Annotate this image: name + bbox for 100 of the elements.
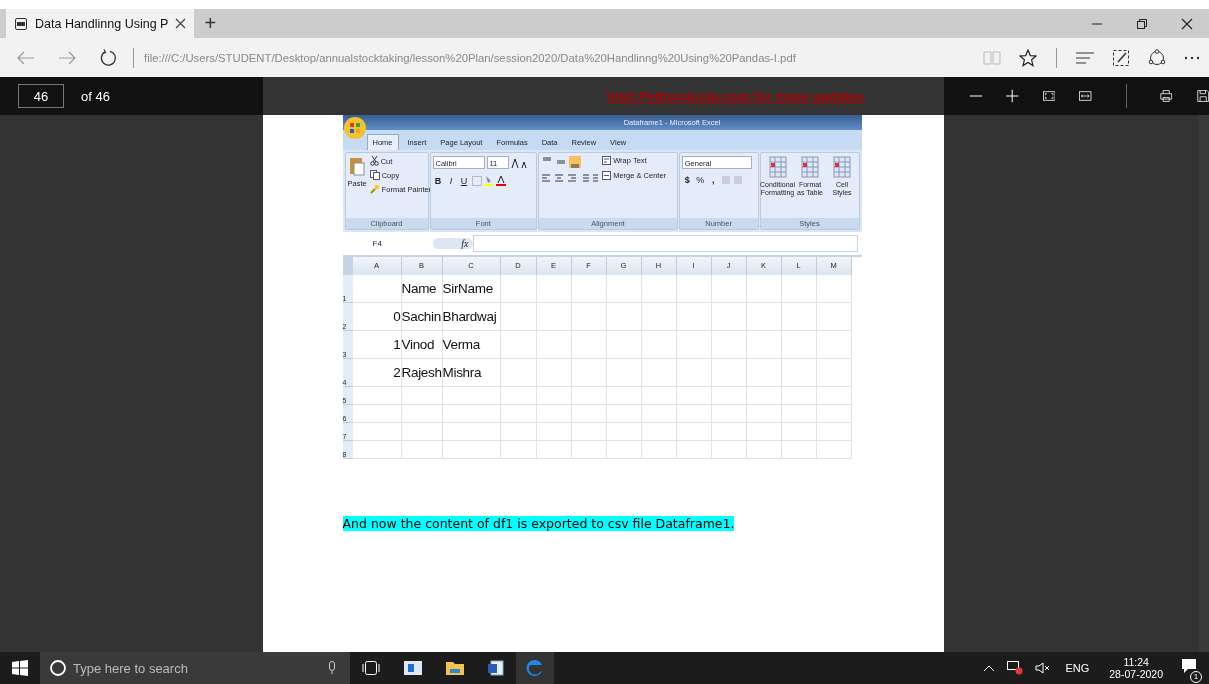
table-cell <box>571 441 607 459</box>
notes-pen-icon[interactable] <box>1112 48 1130 67</box>
network-error-icon[interactable] <box>1007 661 1024 675</box>
fill-color-icon[interactable] <box>483 175 494 186</box>
table-cell <box>500 303 537 331</box>
table-cell <box>352 405 402 423</box>
styles-grid-icon <box>768 156 787 178</box>
table-cell <box>571 387 607 405</box>
table-cell <box>536 387 572 405</box>
language-indicator[interactable]: ENG <box>1065 662 1090 674</box>
currency-button[interactable]: $ <box>681 175 693 185</box>
table-cell <box>676 405 712 423</box>
windows-start-icon[interactable] <box>12 660 28 676</box>
table-cell <box>711 405 747 423</box>
table-cell <box>746 423 782 441</box>
folder-icon[interactable] <box>446 661 464 675</box>
table-cell <box>500 359 537 387</box>
table-cell <box>781 331 817 359</box>
app-window-icon[interactable] <box>404 661 422 675</box>
close-icon[interactable] <box>1181 17 1193 30</box>
italic-button[interactable]: I <box>445 175 457 186</box>
table-cell <box>500 275 537 303</box>
print-icon[interactable] <box>1160 88 1173 104</box>
table-cell <box>606 405 642 423</box>
table-cell <box>641 423 677 441</box>
table-cell <box>641 331 677 359</box>
restore-icon[interactable] <box>1136 17 1148 30</box>
table-cell <box>536 423 572 441</box>
forward-arrow-icon[interactable] <box>58 50 76 65</box>
table-cell <box>711 331 747 359</box>
table-cell <box>352 387 402 405</box>
speaker-muted-icon[interactable] <box>1035 662 1052 674</box>
table-cell <box>536 359 572 387</box>
text-align-icon[interactable] <box>541 174 600 184</box>
hub-icon[interactable] <box>1076 51 1094 64</box>
table-cell <box>641 405 677 423</box>
merge-cells-icon <box>602 171 612 180</box>
share-icon[interactable] <box>1148 48 1166 67</box>
table-cell <box>606 303 642 331</box>
name-box[interactable]: F4 <box>342 239 423 248</box>
table-cell <box>746 303 782 331</box>
clock-date[interactable]: 28-07-2020 <box>1109 668 1163 680</box>
wrap-text-icon <box>602 156 612 165</box>
underline-button[interactable]: U <box>458 175 470 186</box>
table-cell <box>641 359 677 387</box>
table-cell <box>500 331 537 359</box>
back-arrow-icon[interactable] <box>17 50 35 65</box>
table-cell <box>676 359 712 387</box>
table-cell <box>816 331 852 359</box>
close-icon[interactable] <box>175 18 187 29</box>
table-cell <box>746 405 782 423</box>
scissors-icon <box>369 156 379 166</box>
table-cell <box>816 405 852 423</box>
table-cell <box>781 275 817 303</box>
fit-width-icon[interactable] <box>1079 90 1092 102</box>
table-cell <box>536 405 572 423</box>
table-cell <box>711 423 747 441</box>
browser-tab[interactable]: Data Handlinng Using P <box>6 9 195 38</box>
table-cell: Name <box>401 275 443 303</box>
taskbar-search-field[interactable]: Type here to search <box>40 652 350 684</box>
copy-icon <box>369 170 380 180</box>
table-cell <box>676 441 712 459</box>
table-cell: Mishra <box>442 359 501 387</box>
table-cell <box>781 423 817 441</box>
formula-button[interactable]: fx <box>432 238 473 249</box>
paste-clipboard-icon[interactable] <box>349 156 366 176</box>
table-cell <box>606 331 642 359</box>
table-cell <box>442 405 501 423</box>
percent-button[interactable]: % <box>694 175 706 185</box>
refresh-icon[interactable] <box>99 48 117 67</box>
chevron-up-icon[interactable] <box>983 664 996 672</box>
clock-time[interactable]: 11:24 <box>1123 656 1149 668</box>
new-tab-button[interactable]: + <box>204 12 217 35</box>
fit-page-icon[interactable] <box>1042 90 1056 102</box>
microphone-icon[interactable] <box>328 661 336 675</box>
more-icon[interactable] <box>1184 55 1200 60</box>
table-cell <box>781 405 817 423</box>
font-color-icon[interactable] <box>495 175 506 186</box>
table-cell <box>676 387 712 405</box>
save-icon[interactable] <box>1196 88 1209 104</box>
table-cell <box>816 359 852 387</box>
browser-e-icon[interactable] <box>516 652 554 684</box>
star-icon[interactable] <box>1019 48 1037 67</box>
formula-field[interactable] <box>472 235 858 252</box>
scrollbar[interactable] <box>1199 115 1209 652</box>
notification-icon[interactable] <box>1181 658 1197 674</box>
table-cell: Bhardwaj <box>442 303 501 331</box>
page-number-field[interactable]: 46 <box>18 84 64 108</box>
task-view-icon[interactable] <box>362 661 380 675</box>
word-document-icon[interactable] <box>488 660 504 676</box>
bold-button[interactable]: B <box>432 175 444 186</box>
table-cell <box>816 303 852 331</box>
zoom-in-icon[interactable] <box>1006 88 1019 104</box>
comma-button[interactable]: , <box>707 175 719 185</box>
table-cell <box>746 387 782 405</box>
table-cell <box>746 359 782 387</box>
table-cell <box>816 423 852 441</box>
table-cell <box>442 423 501 441</box>
table-cell <box>536 303 572 331</box>
styles-grid-icon <box>833 156 851 178</box>
